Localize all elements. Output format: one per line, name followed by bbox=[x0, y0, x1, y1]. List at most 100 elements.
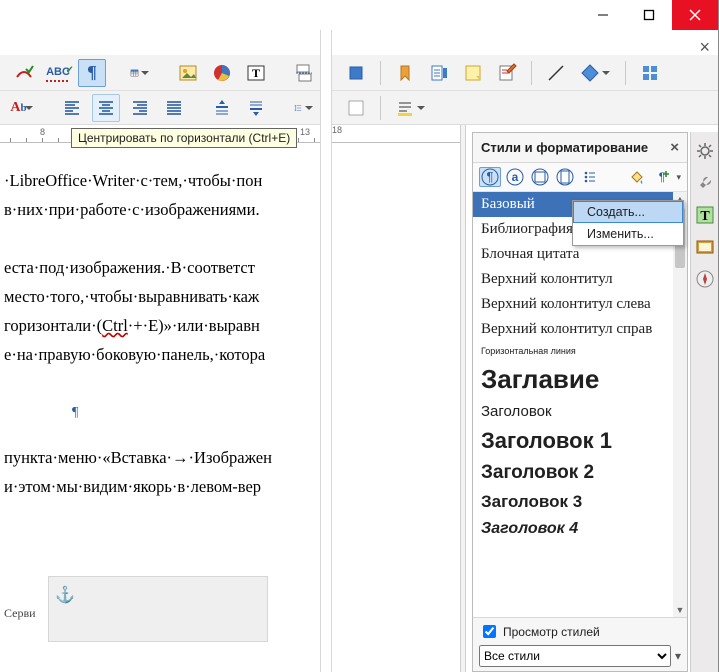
sidebar-icon-strip: T bbox=[690, 132, 718, 672]
styles-frame-button[interactable] bbox=[529, 167, 551, 187]
ruler-mark: 18 bbox=[332, 125, 342, 135]
window-titlebar bbox=[0, 0, 718, 30]
styles-scrollbar[interactable]: ▲ ▼ bbox=[673, 192, 687, 617]
styles-new-dropdown-icon[interactable]: ▾ bbox=[676, 172, 681, 183]
spellcheck-button[interactable]: ABC✓ bbox=[44, 59, 72, 87]
context-menu-create[interactable]: Создать... bbox=[573, 201, 683, 223]
bookmark-button[interactable] bbox=[391, 59, 419, 87]
style-item[interactable]: Верхний колонтитул слева bbox=[473, 292, 687, 317]
svg-text:T: T bbox=[700, 209, 710, 224]
data-sources-button[interactable] bbox=[425, 59, 453, 87]
styles-page-button[interactable] bbox=[554, 167, 576, 187]
formatting-marks-button[interactable]: ¶ bbox=[78, 59, 106, 87]
document-line: и·этом·мы·видим·якорь·в·левом-вер bbox=[4, 472, 320, 501]
document-area[interactable]: ·LibreOffice·Writer·с·тем,·чтобы·понв·ни… bbox=[0, 143, 320, 672]
sidebar-compass-icon[interactable] bbox=[694, 268, 716, 290]
insert-note-button[interactable] bbox=[459, 59, 487, 87]
toolbar-separator bbox=[380, 61, 381, 85]
sidebar-gallery-icon[interactable] bbox=[694, 236, 716, 258]
align-left-button[interactable] bbox=[58, 94, 86, 122]
standard-toolbar-left: ABC✓¶ T bbox=[0, 55, 320, 91]
document-line: е·на·правую·боковую·панель,·котора bbox=[4, 340, 320, 369]
insert-line-button[interactable] bbox=[542, 59, 570, 87]
insert-table-button[interactable] bbox=[126, 59, 154, 87]
image-placeholder[interactable]: ⚓ bbox=[48, 576, 268, 642]
style-item[interactable]: Верхний колонтитул справ bbox=[473, 317, 687, 342]
toolbar-separator bbox=[531, 61, 532, 85]
context-menu-modify[interactable]: Изменить... bbox=[573, 223, 683, 245]
sidebar-T-icon[interactable]: T bbox=[694, 204, 716, 226]
formatting-toolbar-left: Ab bbox=[0, 91, 320, 125]
horizontal-ruler-right[interactable]: 18 bbox=[332, 125, 464, 143]
preview-styles-checkbox[interactable]: Просмотр стилей bbox=[479, 622, 681, 641]
document-line: ·LibreOffice·Writer·с·тем,·чтобы·пон bbox=[4, 166, 320, 195]
style-item[interactable]: Заголовок 3 bbox=[473, 488, 687, 516]
style-item[interactable]: Верхний колонтитул bbox=[473, 267, 687, 292]
svg-text:a: a bbox=[512, 170, 519, 184]
styles-list-button[interactable] bbox=[579, 167, 601, 187]
styles-para-button[interactable]: ¶ bbox=[479, 167, 501, 187]
styles-panel-close-button[interactable]: × bbox=[670, 139, 679, 156]
style-item[interactable]: Заголовок 2 bbox=[473, 458, 687, 488]
ruler-mark: 8 bbox=[40, 127, 45, 137]
formatting-toolbar-right bbox=[332, 91, 718, 125]
align-right-button[interactable] bbox=[126, 94, 154, 122]
window-maximize-button[interactable] bbox=[626, 0, 672, 30]
style-item[interactable]: Заголовок bbox=[473, 399, 687, 424]
toolbar-button[interactable] bbox=[342, 94, 370, 122]
styles-new-button[interactable]: ¶ bbox=[651, 167, 673, 187]
document-line: место·того,·чтобы·выравнивать·каж bbox=[4, 282, 320, 311]
sidebar-gear-icon[interactable] bbox=[694, 140, 716, 162]
spacing-below-button[interactable] bbox=[242, 94, 270, 122]
auto-spellcheck-button[interactable] bbox=[10, 59, 38, 87]
styles-list[interactable]: БазовыйБиблиографияБлочная цитатаВерхний… bbox=[473, 192, 687, 618]
styles-char-button[interactable]: a bbox=[504, 167, 526, 187]
styles-panel-toolbar: ¶ a ¶ ▾ bbox=[473, 163, 687, 192]
insert-textbox-button[interactable]: T bbox=[242, 59, 270, 87]
styles-panel-title: Стили и форматирование bbox=[481, 140, 648, 155]
svg-text:T: T bbox=[252, 66, 260, 80]
toolbar-separator bbox=[380, 96, 381, 120]
window-close-button[interactable] bbox=[672, 0, 718, 30]
document-area-right[interactable] bbox=[332, 143, 464, 672]
basic-shapes-button[interactable] bbox=[576, 59, 615, 87]
anchor-icon: ⚓ bbox=[55, 581, 75, 610]
insert-image-button[interactable] bbox=[174, 59, 202, 87]
align-center-button[interactable] bbox=[92, 94, 120, 122]
standard-toolbar-right bbox=[332, 55, 718, 91]
styles-fill-button[interactable] bbox=[626, 167, 648, 187]
styles-context-menu: Создать... Изменить... bbox=[572, 200, 684, 246]
styles-filter-select[interactable]: Все стили bbox=[479, 645, 671, 667]
document-line: в·них·при·работе·с·изображениями. bbox=[4, 195, 320, 224]
font-color-button[interactable]: Ab bbox=[10, 94, 38, 122]
style-item[interactable]: Заголовок 1 bbox=[473, 424, 687, 458]
insert-chart-button[interactable] bbox=[208, 59, 236, 87]
align-justify-button[interactable] bbox=[160, 94, 188, 122]
document-line: еста·под·изображения.·В·соответст bbox=[4, 253, 320, 282]
document-line: горизонтали·(Ctrl·+·E)»·или·выравн bbox=[4, 311, 320, 340]
preview-styles-label: Просмотр стилей bbox=[503, 625, 600, 639]
sidebar-splitter[interactable] bbox=[460, 125, 466, 672]
sidebar-wrench-icon[interactable] bbox=[694, 172, 716, 194]
style-item[interactable]: Заголовок 4 bbox=[473, 516, 687, 542]
status-fragment: Серви bbox=[4, 599, 36, 628]
tooltip: Центрировать по горизонтали (Ctrl+E) bbox=[71, 128, 297, 148]
style-item[interactable]: Заглавие bbox=[473, 360, 687, 399]
page-break-button[interactable] bbox=[290, 59, 318, 87]
svg-text:¶: ¶ bbox=[487, 169, 494, 184]
window-minimize-button[interactable] bbox=[580, 0, 626, 30]
styles-filter-dropdown-icon[interactable]: ▾ bbox=[675, 649, 681, 663]
toolbar-separator bbox=[625, 61, 626, 85]
pilcrow-mark: ¶ bbox=[4, 398, 320, 427]
toolbar-button[interactable] bbox=[342, 59, 370, 87]
styles-panel-footer: Просмотр стилей Все стили ▾ bbox=[473, 618, 687, 671]
document-line: пункта·меню·«Вставка·→·Изображен bbox=[4, 443, 320, 472]
window-split-gap bbox=[320, 30, 332, 672]
paragraph-color-button[interactable] bbox=[391, 94, 430, 122]
line-spacing-button[interactable] bbox=[290, 94, 318, 122]
grid-view-button[interactable] bbox=[636, 59, 664, 87]
svg-text:¶: ¶ bbox=[659, 170, 665, 184]
style-item[interactable]: Горизонтальная линия bbox=[473, 342, 687, 360]
track-changes-button[interactable] bbox=[493, 59, 521, 87]
spacing-above-button[interactable] bbox=[208, 94, 236, 122]
